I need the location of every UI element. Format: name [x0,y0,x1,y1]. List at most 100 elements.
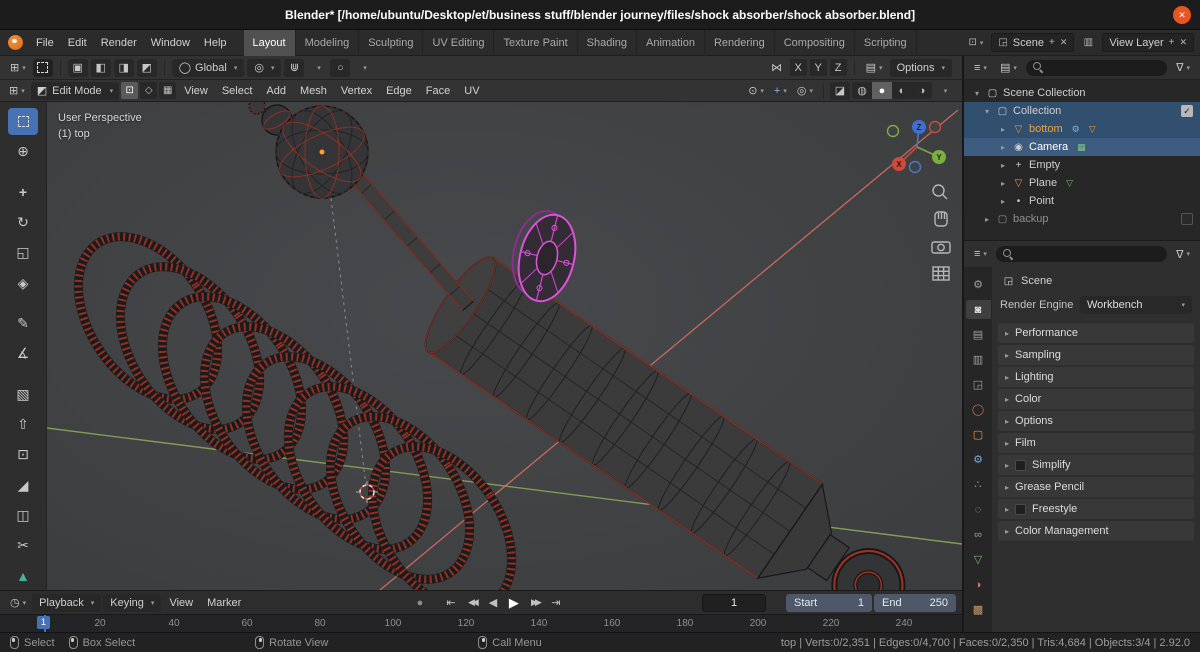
select-menu[interactable]: Select [216,85,259,97]
jump-to-end-button[interactable]: ⇥ [546,594,565,612]
tab-world-properties[interactable]: ◯ [966,400,991,419]
transform-orientation-dropdown[interactable]: ◯ Global ▾ [171,58,245,77]
workspace-tab-sculpting[interactable]: Sculpting [359,29,424,56]
freestyle-checkbox[interactable] [1015,503,1027,515]
object-type-visibility-dropdown[interactable]: ⊙ ▾ [744,82,768,100]
tool-loop-cut[interactable]: ◫ [8,502,38,529]
face-menu[interactable]: Face [420,85,456,97]
tab-material-properties[interactable]: ◑ [966,575,991,594]
mirror-x-toggle[interactable]: X [789,59,807,76]
auto-keying-toggle[interactable]: ● [410,594,429,612]
render-engine-dropdown[interactable]: Workbench ▾ [1080,296,1192,314]
snap-settings-dropdown[interactable]: ▾ [307,59,327,77]
tool-poly-build[interactable]: ▲ [8,563,38,590]
tool-annotate[interactable]: ✎ [8,310,38,337]
tool-scale[interactable]: ◱ [8,239,38,266]
play-button[interactable]: ▶ [504,594,523,612]
axis-ball-y-neg[interactable] [886,124,900,138]
uv-menu[interactable]: UV [458,85,485,97]
jump-to-start-button[interactable]: ⇤ [441,594,460,612]
workspace-tab-modeling[interactable]: Modeling [296,29,360,56]
outliner-row-empty[interactable]: ▸ + Empty [964,156,1200,174]
axis-ball-z-neg[interactable] [908,160,922,174]
panel-freestyle[interactable]: ▸ Freestyle [998,499,1194,519]
menu-file[interactable]: File [29,34,61,52]
panel-grease-pencil[interactable]: ▸ Grease Pencil [998,477,1194,497]
viewport-canvas[interactable]: Z Y X [47,102,962,590]
tab-render-properties[interactable]: ◙ [965,300,991,319]
proportional-editing-toggle[interactable]: ○ [330,58,351,77]
outliner-row-backup[interactable]: ▸▢ backup ✓ [964,210,1200,228]
panel-performance[interactable]: ▸ Performance [998,323,1194,343]
tab-scene-properties[interactable]: ◲ [966,375,991,394]
new-view-layer-icon[interactable]: + [1169,37,1175,48]
zoom-control[interactable] [932,184,948,200]
tab-texture-properties[interactable]: ▩ [966,600,991,619]
workspace-tab-shading[interactable]: Shading [578,29,638,56]
vertex-menu[interactable]: Vertex [335,85,378,97]
properties-filter-dropdown[interactable]: ∇ ▾ [1172,245,1194,263]
tool-bevel[interactable]: ◢ [8,472,38,499]
panel-options[interactable]: ▸ Options [998,411,1194,431]
timeline-ruler[interactable]: 20 40 60 80 100 120 140 160 180 200 220 … [0,614,962,633]
workspace-tab-compositing[interactable]: Compositing [775,29,855,56]
shading-material-button[interactable]: ◐ [892,82,912,99]
tool-select-box[interactable] [8,108,38,136]
shading-wireframe-button[interactable]: ◍ [852,82,872,99]
mode-dropdown[interactable]: ◩ Edit Mode ▾ [30,81,120,100]
proportional-falloff-dropdown[interactable]: ▾ [353,59,373,77]
collection-checkbox[interactable]: ✓ [1181,105,1193,117]
select-mode-intersect[interactable]: ◩ [136,58,157,77]
xray-toggle[interactable]: ◪ [830,81,850,100]
face-select-mode-button[interactable]: ▦ [159,82,177,99]
panel-simplify[interactable]: ▸ Simplify [998,455,1194,475]
prev-keyframe-button[interactable]: ◀◀ [462,594,481,612]
snap-toggle[interactable]: ⋓ [284,58,305,77]
edge-select-mode-button[interactable]: ◇ [140,82,158,99]
simplify-checkbox[interactable] [1015,459,1027,471]
pivot-point-dropdown[interactable]: ◎ ▾ [247,58,282,77]
tool-transform[interactable]: ◈ [8,270,38,297]
shading-settings-dropdown[interactable]: ▾ [934,82,954,100]
edge-menu[interactable]: Edge [380,85,418,97]
playback-menu[interactable]: Playback ▾ [32,593,102,612]
outliner-filter-dropdown[interactable]: ∇ ▾ [1172,59,1194,77]
tab-constraint-properties[interactable]: ∞ [966,525,991,544]
shading-rendered-button[interactable]: ◑ [912,82,932,99]
timeline-view-menu[interactable]: View [163,597,199,609]
camera-view-control[interactable] [931,241,951,254]
options-dropdown[interactable]: Options ▾ [889,58,952,77]
blender-logo-icon[interactable] [8,35,23,50]
viewport-editor-selector[interactable]: ⊞ ▾ [5,82,29,100]
mirror-z-toggle[interactable]: Z [829,59,847,76]
tool-measure[interactable]: ∡ [8,340,38,367]
tool-extrude-region[interactable]: ⇧ [8,411,38,438]
frame-end-field[interactable]: End 250 [874,593,956,612]
outliner-row-plane[interactable]: ▸ ▽ Plane ▽ [964,174,1200,192]
mirror-y-toggle[interactable]: Y [809,59,827,76]
tool-rotate[interactable]: ↻ [8,209,38,236]
navigation-gizmo[interactable]: Z Y X [886,120,947,174]
tab-tool-properties[interactable]: ⚙ [966,275,991,294]
menu-help[interactable]: Help [197,34,234,52]
axis-ball-x-neg[interactable] [928,120,942,134]
tab-physics-properties[interactable]: ◌ [966,500,991,519]
workspace-tab-layout[interactable]: Layout [243,29,296,56]
gizmos-dropdown[interactable]: + ▾ [770,82,791,100]
panel-sampling[interactable]: ▸ Sampling [998,345,1194,365]
outliner-row-camera[interactable]: ▸ ◉ Camera ▦ [964,138,1200,156]
workspace-tab-scripting[interactable]: Scripting [855,29,917,56]
mesh-menu[interactable]: Mesh [294,85,333,97]
outliner-row-bottom[interactable]: ▸ ▽ bottom ⚙ ▽ [964,120,1200,138]
workspace-tab-uv-editing[interactable]: UV Editing [423,29,495,56]
menu-window[interactable]: Window [144,34,197,52]
play-reverse-button[interactable]: ◀ [483,594,502,612]
view-layer-selector[interactable]: View Layer + ✕ [1102,33,1194,52]
editor-type-selector[interactable]: ⊞ ▾ [6,59,30,77]
tab-object-data-properties[interactable]: ▽ [966,550,991,569]
outliner-row-point[interactable]: ▸ • Point [964,192,1200,210]
select-mode-new[interactable]: ▣ [67,58,88,77]
workspace-tab-animation[interactable]: Animation [637,29,705,56]
tool-cursor[interactable]: ⊕ [8,138,38,165]
panel-film[interactable]: ▸ Film [998,433,1194,453]
